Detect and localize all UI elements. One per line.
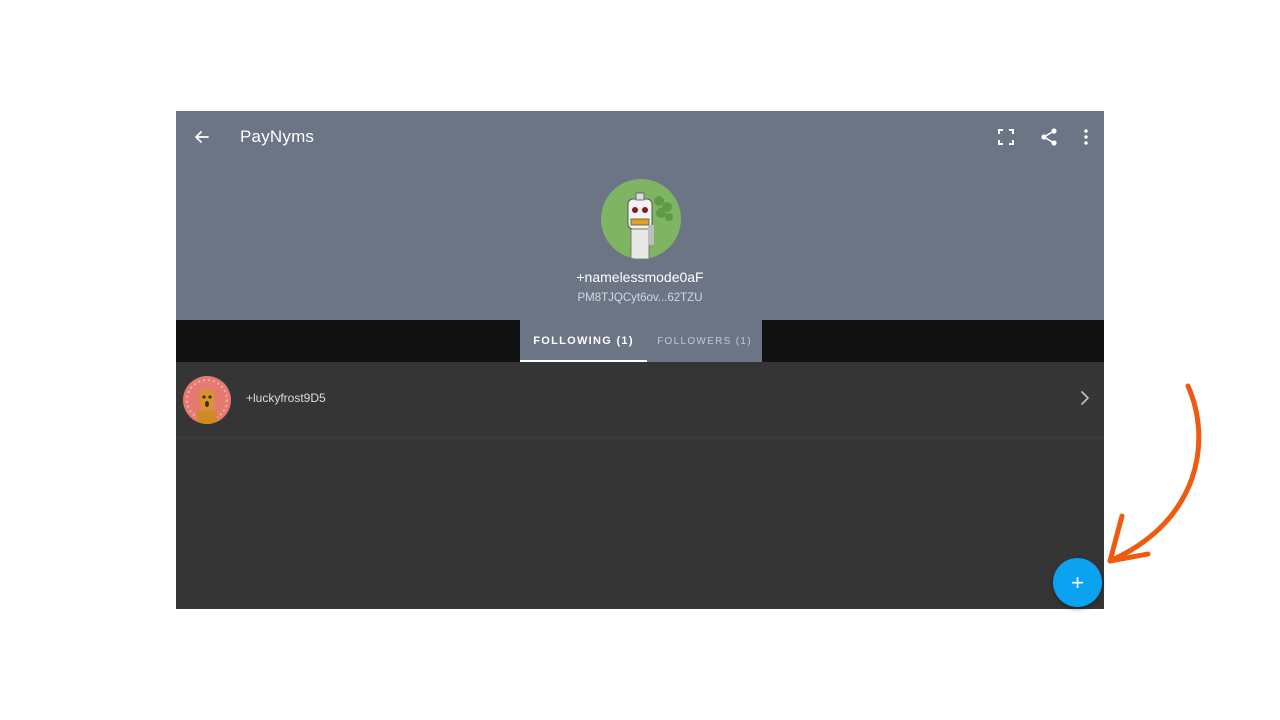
more-vert-icon — [1084, 129, 1088, 145]
payment-code[interactable]: PM8TJQCyt6ov...62TZU — [176, 292, 1104, 304]
add-paynym-button[interactable]: + — [1053, 558, 1102, 607]
avatar — [183, 376, 231, 424]
page-title: PayNyms — [240, 127, 315, 146]
profile-header: PayNyms +namelessmode0aF PM8TJQCyt6ov...… — [176, 111, 1104, 320]
annotation-arrow-icon — [1107, 383, 1202, 564]
list-item[interactable]: +luckyfrost9D5 — [176, 362, 1104, 438]
tab-bar: FOLLOWING (1) FOLLOWERS (1) — [176, 320, 1104, 362]
list-item-label: +luckyfrost9D5 — [246, 391, 326, 405]
chevron-right-icon — [1081, 391, 1089, 405]
share-button[interactable] — [1036, 124, 1062, 150]
tab-followers[interactable]: FOLLOWERS (1) — [647, 320, 762, 362]
tab-following[interactable]: FOLLOWING (1) — [520, 320, 647, 362]
plus-icon: + — [1071, 569, 1084, 595]
scan-qr-button[interactable] — [993, 124, 1019, 150]
more-options-button[interactable] — [1073, 124, 1099, 150]
back-button[interactable] — [188, 123, 216, 151]
scan-qr-icon — [998, 129, 1014, 145]
paynyms-screen: PayNyms +namelessmode0aF PM8TJQCyt6ov...… — [176, 111, 1104, 609]
tabs: FOLLOWING (1) FOLLOWERS (1) — [520, 320, 762, 362]
arrow-left-icon — [195, 131, 209, 143]
profile-avatar — [601, 179, 681, 259]
share-icon — [1041, 128, 1057, 146]
nym-name: +namelessmode0aF — [576, 269, 704, 285]
